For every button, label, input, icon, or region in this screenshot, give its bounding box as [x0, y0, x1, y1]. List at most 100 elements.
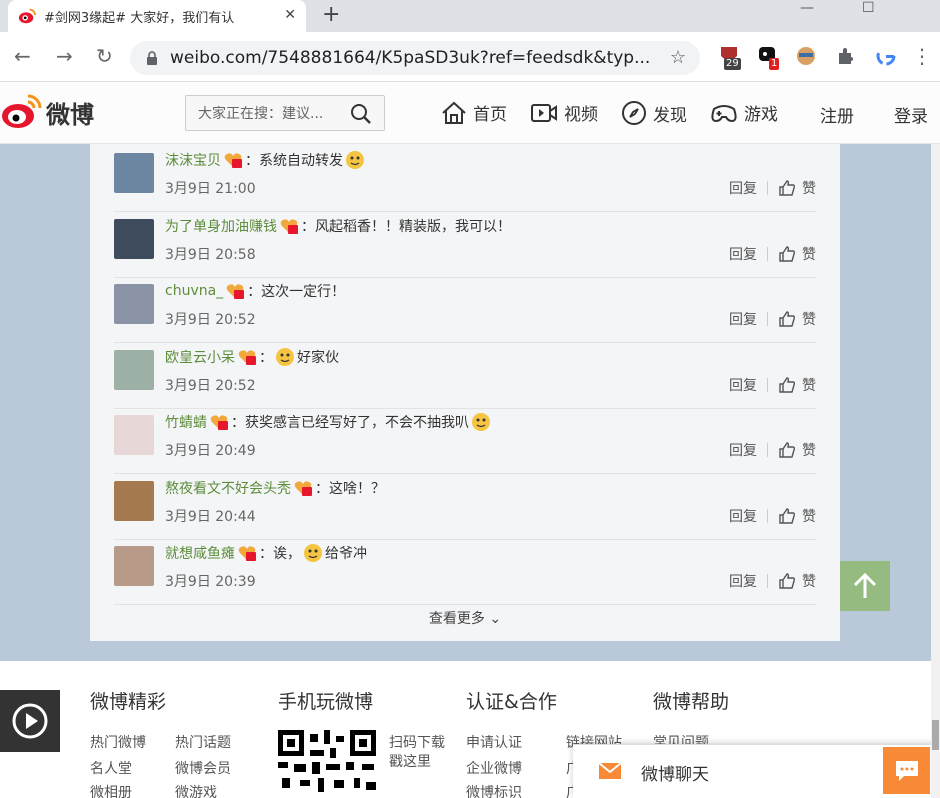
nav-discover[interactable]: 发现	[621, 100, 687, 126]
footer-link[interactable]: 微游戏	[175, 782, 217, 798]
url-text: weibo.com/7548881664/K5paSD3uk?ref=feeds…	[170, 48, 650, 68]
reply-button[interactable]: 回复	[729, 571, 757, 591]
like-button[interactable]: 赞	[802, 506, 816, 526]
footer-link[interactable]: 微相册	[90, 782, 132, 798]
nav-games[interactable]: 游戏	[710, 100, 778, 125]
like-button[interactable]: 赞	[802, 309, 816, 329]
emoji-icon	[276, 347, 294, 366]
avatar[interactable]	[114, 153, 154, 193]
footer-link[interactable]: 热门微博	[90, 732, 146, 752]
search-icon[interactable]	[350, 103, 372, 125]
extension-badge-2: 1	[769, 58, 780, 70]
comment-username[interactable]: chuvna_	[165, 283, 223, 299]
forward-icon[interactable]: →	[56, 44, 73, 68]
tab-title: #剑网3缘起# 大家好，我们有认	[44, 10, 235, 26]
logo-text: 微博	[46, 100, 94, 129]
thumbs-up-icon[interactable]	[778, 376, 796, 394]
thumbs-up-icon[interactable]	[778, 507, 796, 525]
extension-icon-2[interactable]: 1	[757, 44, 780, 70]
address-bar[interactable]: weibo.com/7548881664/K5paSD3uk?ref=feeds…	[130, 41, 700, 75]
nav-video[interactable]: 视频	[530, 100, 598, 125]
thumbs-up-icon[interactable]	[778, 179, 796, 197]
comment-username[interactable]: 熬夜看文不好会头秃	[165, 478, 291, 498]
reply-button[interactable]: 回复	[729, 178, 757, 198]
menu-icon[interactable]: ⋮	[912, 44, 932, 68]
nav-home[interactable]: 首页	[441, 100, 507, 125]
click-here-link[interactable]: 戳这里	[389, 751, 431, 771]
footer-link[interactable]: 企业微博	[466, 758, 522, 778]
weibo-favicon-icon	[18, 8, 36, 24]
emoji-icon	[304, 544, 322, 562]
comment-username[interactable]: 欧皇云小呆	[165, 347, 235, 367]
google-icon[interactable]	[875, 44, 897, 68]
chat-bubble-icon	[895, 760, 918, 781]
footer-link[interactable]: 微博标识	[466, 782, 522, 798]
scrollbar-thumb[interactable]	[932, 720, 939, 750]
thumbs-up-icon[interactable]	[778, 572, 796, 590]
avatar[interactable]	[114, 546, 154, 586]
back-icon[interactable]: ←	[14, 44, 31, 68]
close-tab-icon[interactable]: ✕	[284, 7, 296, 23]
reply-button[interactable]: 回复	[729, 440, 757, 460]
maximize-icon[interactable]: ☐	[862, 0, 875, 16]
chat-open-button[interactable]	[883, 747, 930, 794]
browser-tab[interactable]: #剑网3缘起# 大家好，我们有认 ✕	[8, 0, 306, 32]
reply-button[interactable]: 回复	[729, 309, 757, 329]
comment-time: 3月9日 20:52	[165, 312, 256, 328]
comment-row: 沫沫宝贝 ：系统自动转发 3月9日 21:00 回复 赞	[114, 147, 816, 212]
footer-link[interactable]: 名人堂	[90, 758, 132, 778]
back-to-top-button[interactable]	[840, 561, 890, 611]
scrollbar[interactable]	[931, 144, 940, 798]
comment-username[interactable]: 沫沫宝贝	[165, 150, 221, 170]
comment-row: chuvna_ ：这次一定行！ 3月9日 20:52 回复 赞	[114, 278, 816, 343]
like-button[interactable]: 赞	[802, 375, 816, 395]
login-link[interactable]: 登录	[894, 102, 928, 127]
play-video-button[interactable]	[0, 690, 60, 752]
view-more-link[interactable]: 查看更多 ⌄	[90, 608, 840, 628]
like-button[interactable]: 赞	[802, 178, 816, 198]
register-link[interactable]: 注册	[820, 102, 854, 127]
comment-actions: 回复 赞	[729, 244, 816, 264]
avatar[interactable]	[114, 480, 154, 521]
thumbs-up-icon[interactable]	[778, 310, 796, 328]
comment-time: 3月9日 20:39	[165, 574, 256, 590]
thumbs-up-icon[interactable]	[778, 245, 796, 263]
comment-time: 3月9日 20:49	[165, 443, 256, 459]
new-tab-icon[interactable]: +	[322, 2, 340, 27]
vip-badge-icon	[280, 218, 298, 234]
reload-icon[interactable]: ↻	[96, 44, 113, 68]
minimize-icon[interactable]: —	[800, 0, 814, 16]
weibo-logo[interactable]: 微博	[0, 92, 94, 132]
like-button[interactable]: 赞	[802, 244, 816, 264]
comment-username[interactable]: 为了单身加油赚钱	[165, 216, 277, 236]
comment-username[interactable]: 就想咸鱼瘫	[165, 543, 235, 563]
comment-text: ：这啥！？	[315, 480, 385, 497]
reply-button[interactable]: 回复	[729, 375, 757, 395]
footer-link[interactable]: 热门话题	[175, 732, 231, 752]
like-button[interactable]: 赞	[802, 440, 816, 460]
reply-button[interactable]: 回复	[729, 506, 757, 526]
avatar[interactable]	[114, 218, 154, 259]
bookmark-star-icon[interactable]: ☆	[670, 47, 686, 68]
comment-actions: 回复 赞	[729, 178, 816, 198]
footer-col-help-title: 微博帮助	[653, 691, 730, 713]
avatar-extension-icon[interactable]	[795, 44, 817, 68]
comment-username[interactable]: 竹蜻蜻	[165, 412, 207, 432]
video-icon	[531, 103, 557, 122]
avatar[interactable]	[114, 284, 154, 324]
reply-button[interactable]: 回复	[729, 244, 757, 264]
vip-badge-icon	[226, 284, 245, 299]
extension-icon-1[interactable]: 29	[718, 44, 741, 70]
thumbs-up-icon[interactable]	[778, 441, 796, 459]
avatar[interactable]	[114, 349, 154, 390]
mail-icon	[598, 762, 622, 779]
puzzle-icon[interactable]	[835, 44, 857, 68]
search-input[interactable]: 大家正在搜：建议...	[185, 95, 385, 131]
footer-link[interactable]: 申请认证	[466, 732, 522, 752]
footer-link[interactable]: 微博会员	[175, 758, 231, 778]
comment-row: 为了单身加油赚钱 ：风起稻香！！精装版，我可以！ 3月9日 20:58 回复 赞	[114, 213, 816, 278]
chat-bar[interactable]: 微博聊天	[573, 744, 940, 798]
like-button[interactable]: 赞	[802, 571, 816, 591]
avatar[interactable]	[114, 415, 154, 455]
qr-code-icon	[278, 730, 376, 792]
